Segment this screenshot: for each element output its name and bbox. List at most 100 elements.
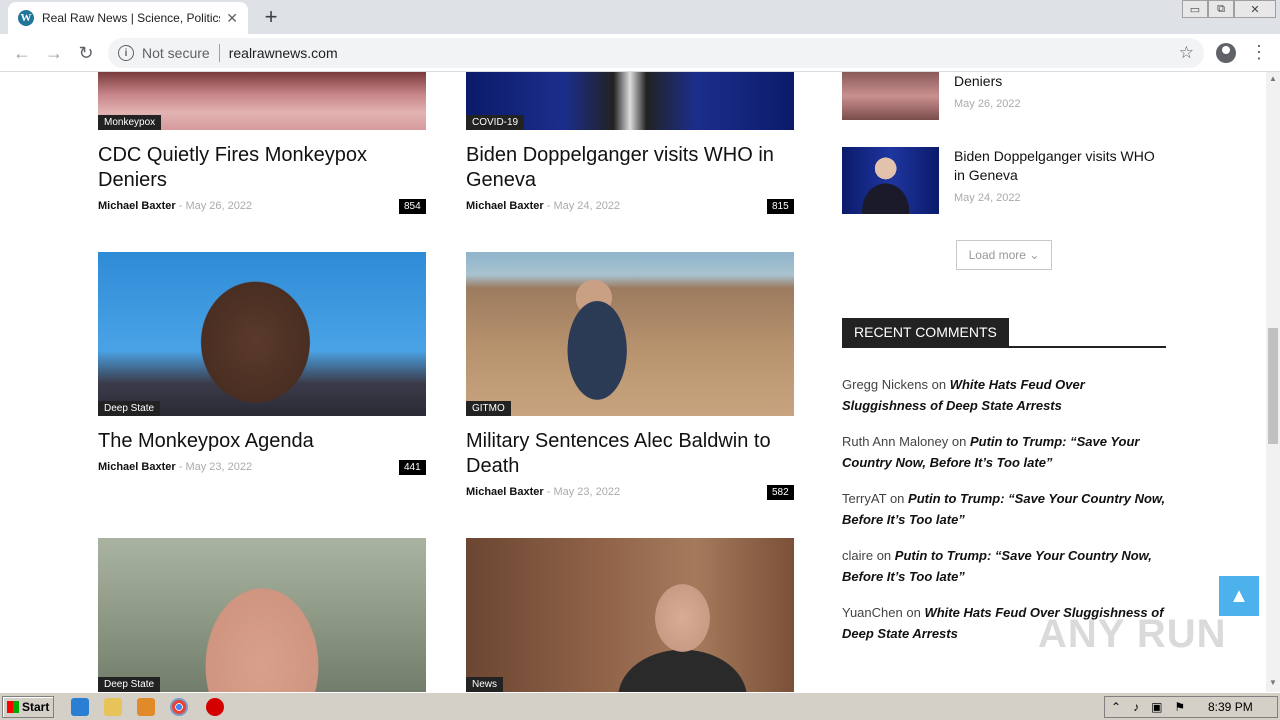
comment-on: on [931,377,947,392]
back-icon[interactable]: ← [10,41,34,65]
comment-author: Ruth Ann Maloney [842,434,949,449]
chrome-icon[interactable] [170,698,188,716]
toolbar: ← → ↻ i Not secure realrawnews.com ☆ ⋮ [0,34,1280,72]
address-bar[interactable]: i Not secure realrawnews.com ☆ [108,38,1204,68]
watermark: ANY RUN [1038,612,1227,656]
comment-on: on [889,491,905,506]
divider [218,44,220,62]
scroll-down-icon[interactable]: ▼ [1269,678,1277,687]
comment-on: on [906,605,921,620]
article-title[interactable]: Biden Doppelganger visits WHO in Geneva [466,143,796,193]
clock[interactable]: 8:39 PM [1208,700,1253,714]
comment-count[interactable]: 582 [767,485,794,500]
sidebar-thumbnail[interactable] [842,72,939,120]
tray-expand-icon[interactable]: ⌃ [1111,700,1121,714]
article-image[interactable]: Monkeypox [98,72,426,130]
meta-separator: - [178,200,183,212]
comment-count[interactable]: 854 [399,199,426,214]
flag-icon[interactable]: ⚑ [1174,700,1185,714]
security-label[interactable]: Not secure [142,45,210,61]
comment-count[interactable]: 441 [399,460,426,475]
windows-logo-icon [7,701,19,713]
network-icon[interactable]: ▣ [1151,700,1162,714]
url-text[interactable]: realrawnews.com [229,45,338,61]
sidebar-post-date: May 24, 2022 [954,192,1021,204]
author-link[interactable]: Michael Baxter [466,200,544,212]
close-tab-icon[interactable]: ✕ [226,10,238,27]
comment-item: claire on Putin to Trump: “Save Your Cou… [842,545,1168,587]
category-badge[interactable]: News [466,677,504,692]
comment-item: Ruth Ann Maloney on Putin to Trump: “Sav… [842,431,1168,473]
article-image[interactable]: Deep State [98,252,426,416]
article-meta: Michael Baxter - May 26, 2022 [98,200,428,212]
info-icon[interactable]: i [118,45,134,61]
comment-item: TerryAT on Putin to Trump: “Save Your Co… [842,488,1168,530]
wordpress-icon: W [18,10,34,26]
category-badge[interactable]: Deep State [98,677,161,692]
article-image[interactable]: GITMO [466,252,794,416]
comment-author: TerryAT [842,491,887,506]
comment-author: YuanChen [842,605,903,620]
scroll-to-top-button[interactable]: ▲ [1219,576,1259,616]
close-window-button[interactable]: ✕ [1234,0,1276,18]
load-more-button[interactable]: Load more ⌄ [956,240,1052,270]
sidebar-post-title[interactable]: Biden Doppelganger visits WHO in Geneva [954,147,1164,185]
article-meta: Michael Baxter - May 24, 2022 [466,200,796,212]
article-title[interactable]: The Monkeypox Agenda [98,429,428,454]
profile-icon[interactable] [1216,43,1236,63]
start-button[interactable]: Start [2,696,54,718]
sidebar-post-date: May 26, 2022 [954,98,1021,110]
meta-separator: - [178,461,183,473]
article-title[interactable]: Military Sentences Alec Baldwin to Death [466,429,796,479]
article-image[interactable]: COVID-19 [466,72,794,130]
tab-strip: W Real Raw News | Science, Politics, C ✕… [0,0,1280,34]
article-date: May 26, 2022 [185,200,253,212]
article-date: May 24, 2022 [553,200,621,212]
meta-separator: - [546,486,551,498]
category-badge[interactable]: GITMO [466,401,511,416]
media-player-icon[interactable] [137,698,155,716]
article-image[interactable]: Deep State [98,538,426,692]
recent-comments-title: RECENT COMMENTS [842,318,1009,346]
recent-comments-header: RECENT COMMENTS [842,318,1166,348]
category-badge[interactable]: Deep State [98,401,161,416]
comment-item: Gregg Nickens on White Hats Feud Over Sl… [842,374,1168,416]
meta-separator: - [546,200,551,212]
web-page: Monkeypox COVID-19 CDC Quietly Fires Mon… [0,72,1266,692]
system-tray: ⌃ ♪ ▣ ⚑ 8:39 PM [1104,696,1278,718]
bookmark-star-icon[interactable]: ☆ [1179,43,1194,63]
article-meta: Michael Baxter - May 23, 2022 [466,486,796,498]
reload-icon[interactable]: ↻ [74,41,98,65]
tab-title: Real Raw News | Science, Politics, C [42,11,221,25]
ie-icon[interactable] [71,698,89,716]
scroll-up-icon[interactable]: ▲ [1269,74,1277,83]
page-scrollbar[interactable]: ▲ ▼ [1266,72,1280,692]
taskbar: Start ⌃ ♪ ▣ ⚑ 8:39 PM [0,692,1280,720]
comment-author: claire [842,548,874,563]
author-link[interactable]: Michael Baxter [466,486,544,498]
menu-icon[interactable]: ⋮ [1250,42,1268,63]
opera-icon[interactable] [206,698,224,716]
comment-count[interactable]: 815 [767,199,794,214]
article-meta: Michael Baxter - May 23, 2022 [98,461,428,473]
scrollbar-thumb[interactable] [1268,328,1278,444]
article-title[interactable]: CDC Quietly Fires Monkeypox Deniers [98,143,428,193]
category-badge[interactable]: Monkeypox [98,115,162,130]
article-date: May 23, 2022 [553,486,621,498]
author-link[interactable]: Michael Baxter [98,200,176,212]
comment-on: on [876,548,892,563]
forward-icon[interactable]: → [42,41,66,65]
author-link[interactable]: Michael Baxter [98,461,176,473]
browser-tab[interactable]: W Real Raw News | Science, Politics, C ✕ [8,2,248,34]
restore-button[interactable]: ⧉ [1208,0,1234,18]
minimize-button[interactable]: ▭ [1182,0,1208,18]
comment-author: Gregg Nickens [842,377,928,392]
sidebar-post-title[interactable]: Deniers [954,72,1164,91]
new-tab-button[interactable]: + [258,4,284,30]
folder-icon[interactable] [104,698,122,716]
volume-icon[interactable]: ♪ [1133,700,1139,714]
sidebar-thumbnail[interactable] [842,147,939,214]
comment-on: on [951,434,967,449]
article-image[interactable]: News [466,538,794,692]
category-badge[interactable]: COVID-19 [466,115,525,130]
